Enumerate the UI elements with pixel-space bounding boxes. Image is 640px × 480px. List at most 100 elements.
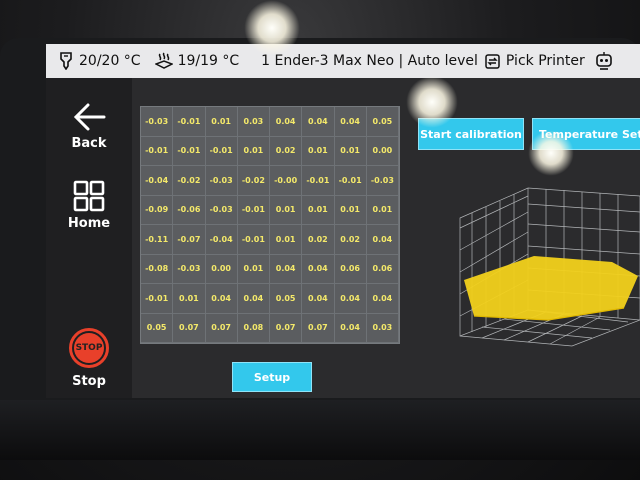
mesh-cell: -0.11 — [141, 225, 174, 255]
mesh-grid: -0.03 -0.01 0.01 0.03 0.04 0.04 0.04 0.05 -0.01-… — [140, 106, 400, 344]
mesh-cell: 0.04 — [366, 284, 399, 314]
mesh-cell: 0.07 — [302, 313, 335, 343]
mesh-cell: -0.09 — [141, 195, 174, 225]
mesh-cell: 0.04 — [302, 284, 335, 314]
mesh-cell: 0.02 — [334, 225, 367, 255]
mesh-cell: 0.00 — [205, 254, 238, 284]
stop-button[interactable]: STOP Stop — [46, 328, 132, 389]
mesh-cell: 0.07 — [270, 313, 303, 343]
bed-heat-icon — [154, 52, 173, 69]
mesh-cell: 0.04 — [366, 225, 399, 255]
mesh-cell: -0.07 — [173, 225, 206, 255]
bed-temp-value: 19/19 °C — [177, 53, 240, 69]
mesh-cell: -0.04 — [141, 166, 174, 196]
mesh-cell: 0.01 — [205, 107, 238, 137]
mesh-cell: -0.03 — [141, 107, 174, 137]
mesh-cell: 0.05 — [141, 313, 174, 343]
temperature-setup-label: Temperature Setup — [539, 127, 640, 141]
mesh-cell: -0.01 — [205, 136, 238, 166]
mesh-cell: -0.01 — [237, 195, 270, 225]
mesh-cell: 0.01 — [334, 136, 367, 166]
main-panel: -0.03 -0.01 0.01 0.03 0.04 0.04 0.04 0.05 -0.01-… — [132, 78, 640, 398]
mesh-cell: 0.01 — [173, 284, 206, 314]
mesh-cell: -0.02 — [173, 166, 206, 196]
mesh-cell: 0.03 — [366, 313, 399, 343]
mesh-cell: 0.00 — [366, 136, 399, 166]
mesh-cell: 0.04 — [334, 107, 367, 137]
pick-printer-button[interactable]: Pick Printer — [484, 53, 585, 70]
back-arrow-icon — [73, 103, 106, 131]
mesh-cell: -0.01 — [141, 136, 174, 166]
setup-label: Setup — [253, 370, 291, 384]
touch-screen: 20/20 °C 19/19 °C 1 Ender-3 Max Neo | Au… — [46, 44, 640, 398]
robot-icon — [595, 52, 612, 70]
mesh-cell: -0.01 — [237, 225, 270, 255]
stop-icon-text: STOP — [75, 343, 103, 353]
mesh-cell: 0.02 — [302, 225, 335, 255]
switch-printer-icon — [485, 53, 500, 69]
start-calibration-button[interactable]: Start calibration — [418, 118, 524, 150]
mesh-cell: 0.04 — [205, 284, 238, 314]
mesh-cell: 0.01 — [270, 225, 303, 255]
printer-name-label: 1 Ender-3 Max Neo | Auto level — [261, 53, 478, 69]
mesh-cell: 0.04 — [302, 254, 335, 284]
stop-icon: STOP — [69, 328, 109, 368]
mesh-cell: -0.03 — [205, 166, 238, 196]
mesh-cell: 0.01 — [270, 195, 303, 225]
mesh-cell: 0.04 — [334, 284, 367, 314]
status-bar: 20/20 °C 19/19 °C 1 Ender-3 Max Neo | Au… — [46, 44, 640, 78]
mesh-cell: 0.01 — [302, 136, 335, 166]
mesh-cell: 0.04 — [237, 284, 270, 314]
mesh-cell: 0.07 — [205, 313, 238, 343]
mesh-cell: 0.04 — [270, 107, 303, 137]
mesh-cell: -0.01 — [141, 284, 174, 314]
home-label: Home — [67, 216, 111, 231]
mesh-cell: 0.01 — [334, 195, 367, 225]
home-grid-icon — [73, 180, 105, 212]
bed-temp: 19/19 °C — [154, 52, 240, 70]
back-button[interactable]: Back — [46, 102, 132, 151]
pick-printer-label: Pick Printer — [505, 53, 585, 69]
mesh-cell: 0.07 — [173, 313, 206, 343]
mesh-cell: 0.05 — [270, 284, 303, 314]
mesh-cell: 0.03 — [237, 107, 270, 137]
mesh-cell: 0.05 — [366, 107, 399, 137]
mesh-cell: -0.03 — [205, 195, 238, 225]
mesh-cell: 0.04 — [334, 313, 367, 343]
mesh-cell: 0.06 — [334, 254, 367, 284]
mesh-cell: 0.01 — [302, 195, 335, 225]
mesh-cell: -0.06 — [173, 195, 206, 225]
mesh-cell: 0.04 — [302, 107, 335, 137]
mesh-cell: -0.03 — [366, 166, 399, 196]
mesh-cell: 0.06 — [366, 254, 399, 284]
nozzle-icon — [60, 52, 72, 70]
mesh-cell: -0.01 — [302, 166, 335, 196]
sidebar: Back Home STOP Stop — [46, 78, 132, 398]
start-calibration-label: Start calibration — [420, 127, 522, 141]
nozzle-temp-value: 20/20 °C — [79, 53, 141, 69]
mesh-3d-plot — [459, 187, 640, 347]
mesh-cell: -0.00 — [270, 166, 303, 196]
mesh-cell: -0.08 — [141, 254, 174, 284]
mesh-cell: 0.02 — [270, 136, 303, 166]
temperature-setup-button[interactable]: Temperature Setup — [532, 118, 640, 150]
printer-name: 1 Ender-3 Max Neo | Auto level — [261, 53, 478, 69]
nozzle-temp: 20/20 °C — [58, 52, 141, 70]
robot-icon-button[interactable] — [595, 51, 618, 71]
device-frame-bottom — [0, 400, 640, 460]
mesh-cell: 0.08 — [237, 313, 270, 343]
mesh-cell: -0.03 — [173, 254, 206, 284]
mesh-cell: -0.01 — [173, 136, 206, 166]
stop-label: Stop — [72, 374, 106, 389]
mesh-cell: -0.01 — [173, 107, 206, 137]
mesh-cell: -0.04 — [205, 225, 238, 255]
home-button[interactable]: Home — [46, 180, 132, 231]
mesh-cell: -0.02 — [237, 166, 270, 196]
mesh-cell: 0.04 — [270, 254, 303, 284]
mesh-cell: 0.01 — [237, 136, 270, 166]
back-label: Back — [71, 136, 107, 151]
mesh-cell: 0.01 — [237, 254, 270, 284]
setup-button[interactable]: Setup — [232, 362, 312, 392]
mesh-cell: -0.01 — [334, 166, 367, 196]
mesh-cell: 0.01 — [366, 195, 399, 225]
